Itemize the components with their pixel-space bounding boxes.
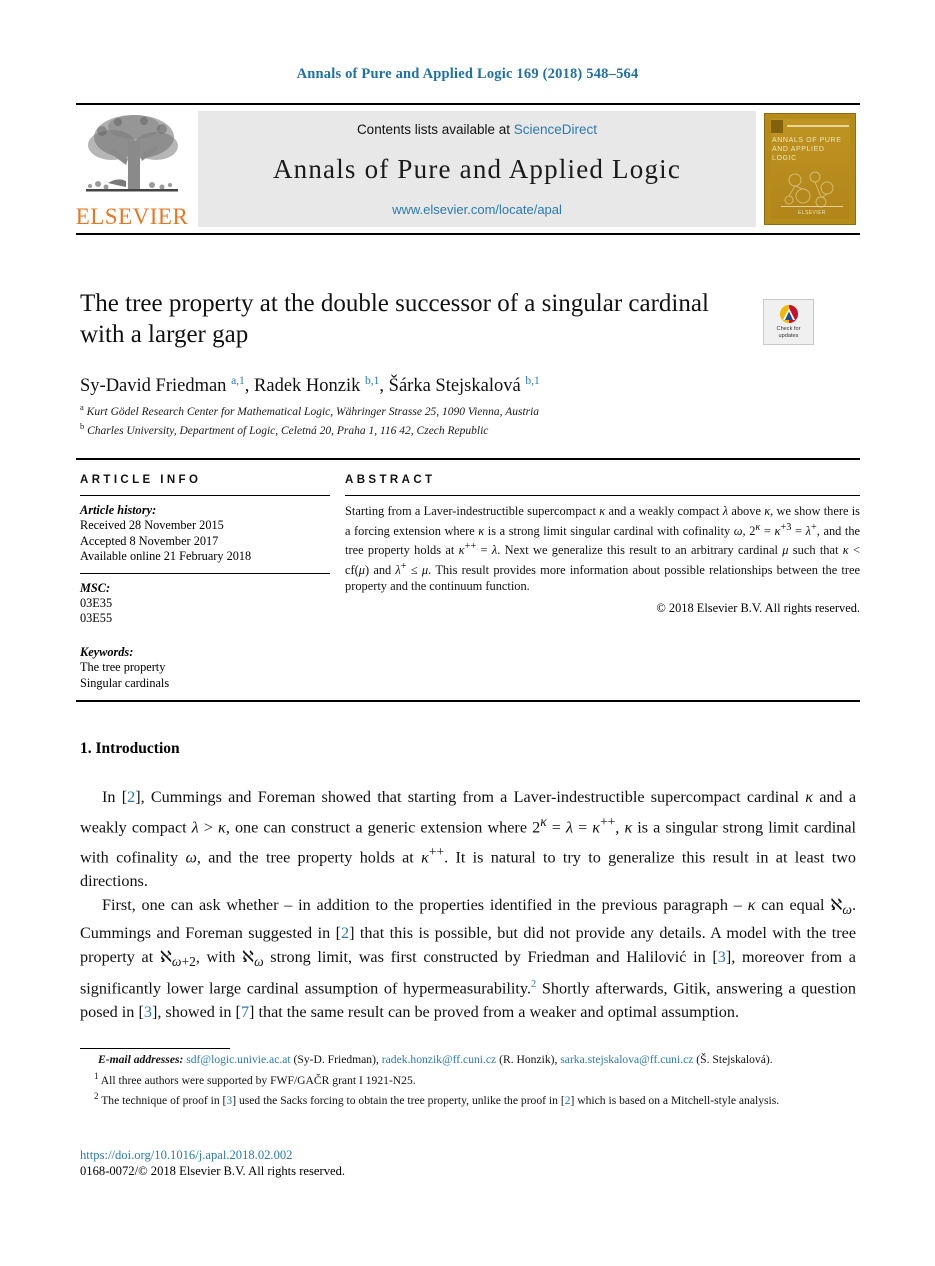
cover-elsevier-mark-icon: [771, 120, 783, 133]
email-addresses-line: E-mail addresses: sdf@logic.univie.ac.at…: [98, 1053, 773, 1066]
abstract-copyright: © 2018 Elsevier B.V. All rights reserved…: [656, 601, 860, 616]
paragraph-2: First, one can ask whether – in addition…: [80, 896, 856, 1022]
crossmark-label-line1: Check for: [776, 326, 801, 332]
footnote-2: 2 The technique of proof in [3] used the…: [94, 1091, 780, 1107]
history-accepted: Accepted 8 November 2017: [80, 533, 219, 548]
journal-homepage-link[interactable]: www.elsevier.com/locate/apal: [392, 202, 562, 217]
divider-above-info: [76, 458, 860, 460]
keyword-2: Singular cardinals: [80, 675, 170, 690]
footnote-1: 1 All three authors were supported by FW…: [94, 1070, 416, 1087]
abstract-heading: ABSTRACT: [345, 474, 436, 486]
cover-top-rule: [787, 125, 849, 127]
journal-masthead: ELSEVIER Contents lists available at Sci…: [76, 103, 860, 235]
affiliation-a: a Kurt Gödel Research Center for Mathema…: [80, 402, 540, 418]
affiliation-b-text: Charles University, Department of Logic,…: [87, 425, 489, 438]
cover-title-text: ANNALS OF PURE AND APPLIED LOGIC: [772, 137, 842, 162]
crossmark-badge[interactable]: Check for updates: [763, 299, 814, 345]
history-received: Received 28 November 2015: [80, 518, 224, 533]
title-block: The tree property at the double successo…: [80, 288, 750, 397]
paragraph-1: In [2], Cummings and Foreman showed that…: [80, 788, 857, 890]
msc-group: MSC: 03E35 03E55: [80, 581, 330, 627]
affiliation-a-text: Kurt Gödel Research Center for Mathemati…: [86, 405, 540, 418]
article-info-column: ARTICLE INFO Article history: Received 2…: [80, 474, 330, 691]
abstract-column: ABSTRACT Starting from a Laver-indestruc…: [345, 474, 860, 616]
footnote-separator: [80, 1048, 230, 1049]
msc-divider: [80, 572, 330, 574]
article-history-group: Article history: Received 28 November 20…: [80, 503, 330, 565]
issn-copyright: 0168-0072/© 2018 Elsevier B.V. All right…: [80, 1163, 346, 1178]
contents-available-line: Contents lists available at ScienceDirec…: [357, 122, 597, 137]
crossmark-label: Check for updates: [777, 326, 801, 339]
msc-code-2: 03E55: [80, 611, 113, 626]
keyword-1: The tree property: [80, 660, 166, 675]
contents-prefix: Contents lists available at: [356, 122, 514, 137]
msc-label: MSC:: [80, 580, 111, 595]
affiliations: a Kurt Gödel Research Center for Mathema…: [80, 400, 820, 439]
paper-page: Annals of Pure and Applied Logic 169 (20…: [0, 0, 935, 1266]
article-info-rule: [80, 495, 330, 496]
journal-band: Contents lists available at ScienceDirec…: [198, 111, 756, 227]
article-info-heading: ARTICLE INFO: [80, 474, 202, 486]
elsevier-logo: ELSEVIER: [76, 105, 188, 233]
journal-cover-thumbnail[interactable]: ANNALS OF PURE AND APPLIED LOGIC ELSEVIE…: [764, 113, 856, 225]
author-list: Sy-David Friedman a,1, Radek Honzik b,1,…: [80, 375, 540, 397]
abstract-rule: [345, 495, 860, 496]
doi-link[interactable]: https://doi.org/10.1016/j.apal.2018.02.0…: [80, 1148, 345, 1164]
msc-code-1: 03E35: [80, 596, 113, 611]
article-history-label: Article history:: [80, 503, 157, 517]
cover-footer-text: ELSEVIER: [781, 206, 843, 216]
keywords-label: Keywords:: [80, 644, 134, 659]
crossmark-label-line2: updates: [778, 332, 799, 339]
affiliation-b: b Charles University, Department of Logi…: [80, 421, 489, 438]
keywords-group: Keywords: The tree property Singular car…: [80, 645, 330, 691]
footnote-block: E-mail addresses: sdf@logic.univie.ac.at…: [80, 1053, 858, 1109]
elsevier-tree-icon: [82, 111, 182, 204]
footer-doi-block: https://doi.org/10.1016/j.apal.2018.02.0…: [80, 1148, 345, 1179]
running-head: Annals of Pure and Applied Logic 169 (20…: [296, 66, 639, 82]
section-heading-introduction: 1. Introduction: [80, 740, 180, 757]
journal-title: Annals of Pure and Applied Logic: [272, 154, 682, 184]
history-online: Available online 21 February 2018: [80, 549, 252, 564]
page-title: The tree property at the double successo…: [80, 290, 709, 348]
elsevier-wordmark: ELSEVIER: [75, 204, 189, 229]
abstract-body: Starting from a Laver-indestructible sup…: [345, 504, 861, 593]
sciencedirect-link[interactable]: ScienceDirect: [514, 122, 597, 137]
crossmark-logo-icon: [779, 305, 798, 323]
body-text: In [2], Cummings and Foreman showed that…: [80, 786, 856, 1026]
divider-below-abstract: [76, 700, 860, 702]
